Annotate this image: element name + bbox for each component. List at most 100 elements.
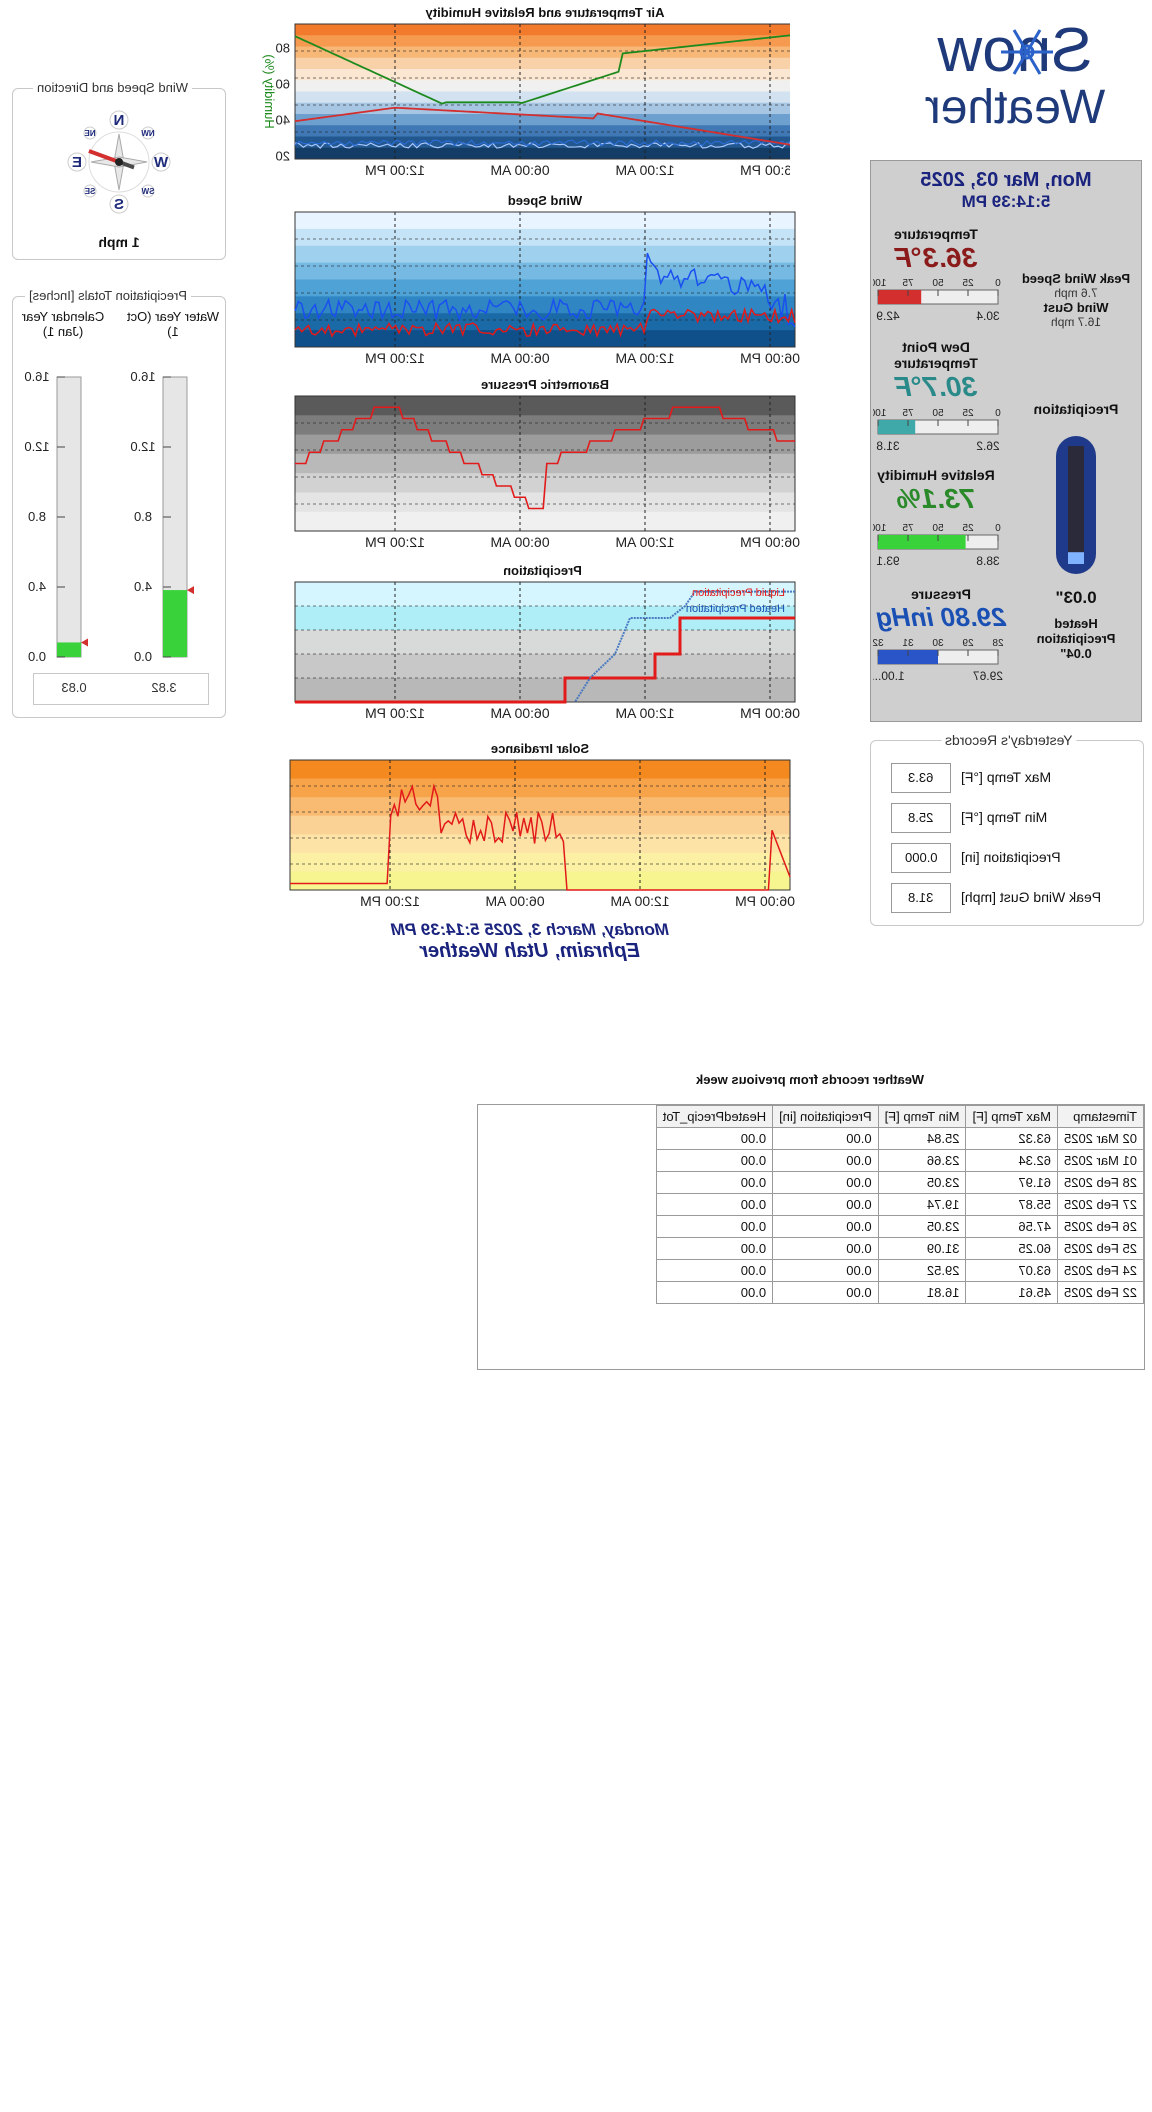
table-row: 22 Feb 2025 45.61 16.81 0.00 0.00 bbox=[656, 1281, 1144, 1304]
compass-label-sw: SW bbox=[141, 187, 154, 196]
compass-label-se: SE bbox=[84, 187, 95, 196]
record-value: 0.000 bbox=[904, 850, 938, 865]
logo-line2: Weather bbox=[924, 81, 1106, 134]
totals-tick-label: 16.0 bbox=[130, 369, 155, 384]
gauge-fill bbox=[878, 290, 922, 304]
totals-tick-label: 12.0 bbox=[24, 439, 49, 454]
solar-title: Solar Irradiance bbox=[490, 741, 590, 756]
week-table-header: Max Temp [F] bbox=[965, 1105, 1058, 1128]
precip-band bbox=[295, 630, 795, 655]
dew-point-label: Dew Point Temperature bbox=[894, 339, 978, 371]
footer-date: Monday, March 3, 2025 5:14:39 PM bbox=[390, 920, 670, 939]
heated-precip-value: 0.04" bbox=[1060, 646, 1092, 661]
gauge-tick-label: 30 bbox=[932, 638, 944, 649]
table-cell: 0.00 bbox=[772, 1281, 879, 1304]
totals-tick-label: 4.0 bbox=[28, 579, 46, 594]
time-axis-label: 12:00 AM bbox=[615, 350, 674, 366]
time-axis-label: 12:00 PM bbox=[365, 534, 425, 550]
table-cell: 63.32 bbox=[965, 1127, 1058, 1150]
precip-band bbox=[295, 678, 795, 703]
week-table-header: Min Temp [F] bbox=[878, 1105, 966, 1128]
table-row: 26 Feb 2025 47.56 23.05 0.00 0.00 bbox=[656, 1215, 1144, 1238]
wind-gust-label: Wind Gust bbox=[1043, 300, 1109, 315]
time-axis-label: 12:00 PM bbox=[360, 893, 420, 909]
humidity-value: 73.1% bbox=[896, 483, 976, 514]
record-label: Max Temp [°F] bbox=[961, 769, 1052, 785]
dew-point-value: 30.7°F bbox=[894, 371, 978, 402]
gauge-high: 93.1 bbox=[876, 554, 900, 568]
gauge-tick-label: 31 bbox=[902, 638, 914, 649]
precip-totals-values: 3.82 0.83 bbox=[33, 673, 209, 705]
totals-tick-label: 0.0 bbox=[28, 649, 46, 664]
table-cell: 24 Feb 2025 bbox=[1057, 1259, 1144, 1282]
gauge-tick-label: 0 bbox=[995, 523, 1001, 534]
record-label: Peak Wind Gust [mph] bbox=[961, 889, 1102, 905]
table-cell: 61.97 bbox=[965, 1171, 1058, 1194]
wind-direction-panel: Wind Speed and Direction N NE E SE S SW W NW 1 … bbox=[12, 80, 226, 260]
snowflake-icon bbox=[1001, 29, 1053, 75]
totals-marker bbox=[187, 586, 194, 595]
time-axis-label: 06:00 AM bbox=[490, 534, 549, 550]
gauge-tick-label: 75 bbox=[902, 278, 914, 289]
gauge-tick-label: 25 bbox=[962, 278, 974, 289]
solar-band bbox=[290, 797, 790, 817]
week-table-header: Timestamp bbox=[1057, 1105, 1144, 1128]
precip-totals-panel: Precipitation Totals [Inches] Water Year… bbox=[12, 288, 226, 718]
table-cell: 47.56 bbox=[965, 1215, 1058, 1238]
time-axis-label: 06:00 AM bbox=[490, 705, 549, 721]
gauge-tick-label: 100 bbox=[873, 523, 886, 534]
precipitation-chart: Precipitation 12:00 PM 06:00 AM 12:00 AM 06… bbox=[290, 563, 800, 721]
time-axis-label: 12:00 PM bbox=[365, 162, 425, 178]
gauge-high: 1.00... bbox=[873, 669, 905, 683]
table-cell: 28 Feb 2025 bbox=[1057, 1171, 1144, 1194]
table-cell: 60.25 bbox=[965, 1237, 1058, 1260]
totals-tick-label: 8.0 bbox=[134, 509, 152, 524]
table-cell: 45.61 bbox=[965, 1281, 1058, 1304]
gauge-fill bbox=[878, 420, 916, 434]
pressure-title: Barometric Pressure bbox=[481, 377, 609, 392]
wind-band bbox=[295, 212, 795, 230]
wind-band bbox=[295, 296, 795, 314]
totals-tick-label: 4.0 bbox=[134, 579, 152, 594]
precip-totals-gauges: 16.0 12.0 8.0 4.0 0.0 16.0 12.0 8.0 4.0 0.0 bbox=[24, 369, 194, 664]
record-value-box: 0.000 bbox=[891, 843, 951, 873]
compass-label-ne: NE bbox=[84, 129, 96, 138]
wind-band bbox=[295, 330, 795, 348]
y-axis-label: Humidity (%) bbox=[262, 54, 277, 128]
footer-station: Ephraim, Utah Weather bbox=[420, 940, 640, 962]
record-value-box: 25.8 bbox=[891, 803, 951, 833]
wind-speed-title: Wind Speed bbox=[507, 193, 583, 208]
gauge-high: 42.9 bbox=[876, 309, 900, 323]
wind-band bbox=[295, 245, 795, 264]
temp-band bbox=[295, 35, 790, 47]
solar-band bbox=[290, 852, 790, 872]
time-axis-label: 06:00 AM bbox=[485, 893, 544, 909]
table-cell: 0.00 bbox=[772, 1149, 879, 1172]
solar-band bbox=[290, 760, 790, 780]
gauge-tick-label: 25 bbox=[962, 523, 974, 534]
legend-liquid: Liquid Precipitation bbox=[692, 587, 785, 599]
wind-speed-value: 1 mph bbox=[98, 234, 140, 250]
gauge-low: 29.67 bbox=[973, 669, 1003, 683]
pressure-band bbox=[295, 511, 795, 532]
table-cell: 0.00 bbox=[772, 1237, 879, 1260]
table-cell: 0.00 bbox=[772, 1193, 879, 1216]
time-axis-label: 06:00 PM bbox=[740, 162, 790, 178]
temp-band bbox=[295, 24, 790, 36]
gauge-tick-label: 100 bbox=[873, 408, 886, 419]
table-cell: 23.05 bbox=[878, 1171, 966, 1194]
table-cell: 0.00 bbox=[656, 1171, 773, 1194]
record-label: Min Temp [°F] bbox=[961, 809, 1048, 825]
temp-band bbox=[295, 125, 790, 137]
compass-rose: N NE E SE S SW W NW bbox=[67, 110, 171, 214]
temperature-label: Temperature bbox=[894, 226, 978, 242]
table-row: 24 Feb 2025 63.07 29.52 0.00 0.00 bbox=[656, 1259, 1144, 1282]
table-cell: 16.81 bbox=[878, 1281, 966, 1304]
table-cell: 0.00 bbox=[772, 1127, 879, 1150]
y-tick-label: 80 bbox=[276, 40, 290, 55]
water-year-value: 3.82 bbox=[151, 680, 177, 695]
current-conditions-panel: Mon, Mar 03, 2025 5:14:39 PM Temperature… bbox=[870, 160, 1142, 722]
time-axis-label: 06:00 AM bbox=[490, 350, 549, 366]
gauge-high: 31.8 bbox=[876, 439, 900, 453]
solar-band bbox=[290, 778, 790, 798]
